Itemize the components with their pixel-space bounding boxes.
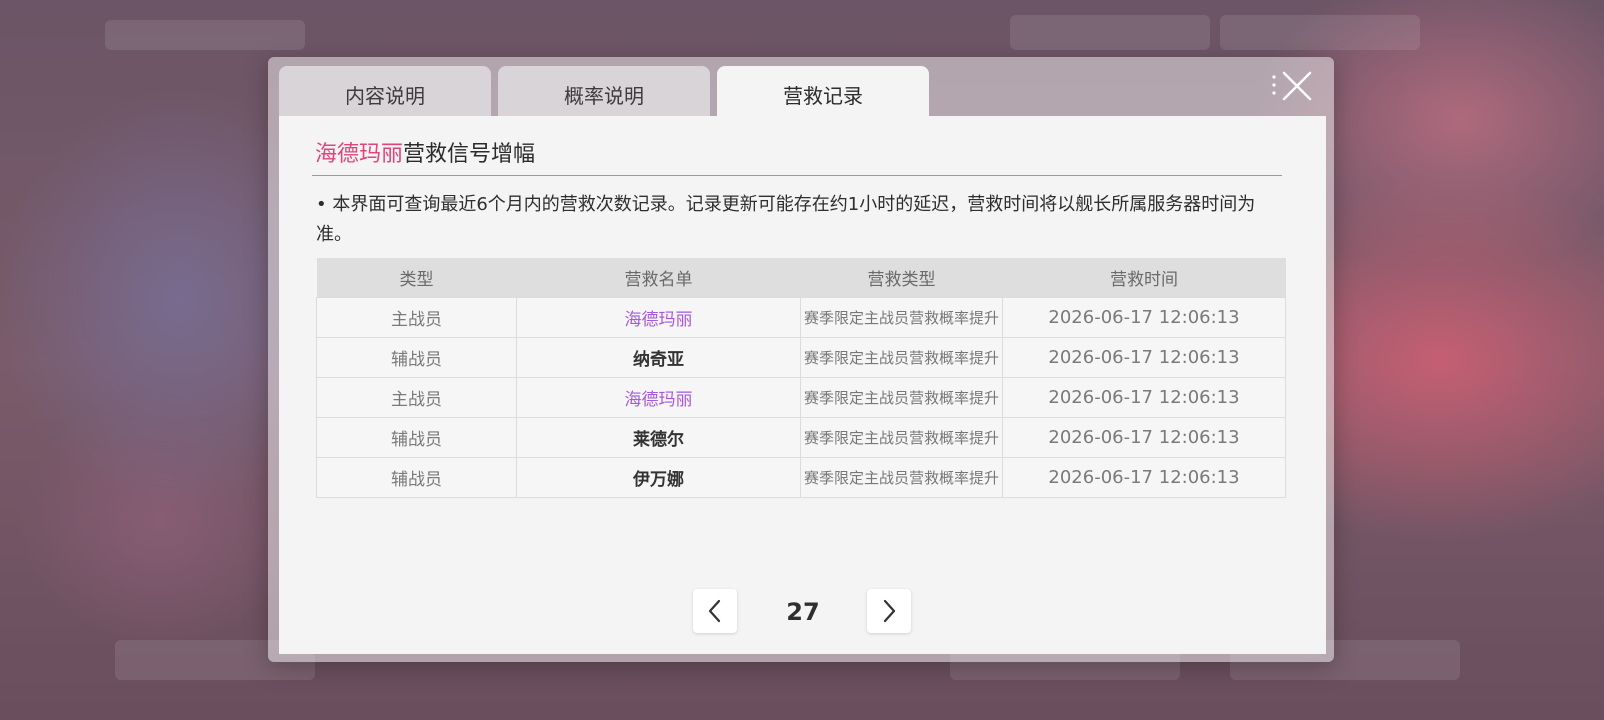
header-time: 营救时间 <box>1002 258 1286 298</box>
cell-time: 2026-06-17 12:06:13 <box>1002 417 1286 458</box>
header-name: 营救名单 <box>516 258 801 298</box>
tab-probability-info[interactable]: 概率说明 <box>498 66 710 122</box>
chevron-right-icon <box>883 599 896 623</box>
header-type: 类型 <box>316 258 517 298</box>
close-button[interactable] <box>1270 69 1314 107</box>
title-highlight: 海德玛丽 <box>315 142 404 167</box>
cell-type: 主战员 <box>316 377 517 418</box>
header-rescue-type: 营救类型 <box>800 258 1003 298</box>
cell-rescue-type: 赛季限定主战员营救概率提升 <box>800 417 1003 458</box>
page-number: 27 <box>786 598 820 626</box>
table-row: 辅战员 纳奇亚 赛季限定主战员营救概率提升 2026-06-17 12:06:13 <box>316 337 1286 378</box>
cell-type: 辅战员 <box>316 457 517 498</box>
rescue-record-table: 类型 营救名单 营救类型 营救时间 主战员 海德玛丽 赛季限定主战员营救概率提升 20… <box>316 258 1286 498</box>
cell-rescue-type: 赛季限定主战员营救概率提升 <box>800 297 1003 338</box>
cell-rescue-type: 赛季限定主战员营救概率提升 <box>800 377 1003 418</box>
notice-text: • 本界面可查询最近6个月内的营救次数记录。记录更新可能存在约1小时的延迟，营救… <box>316 194 1256 245</box>
table-row: 主战员 海德玛丽 赛季限定主战员营救概率提升 2026-06-17 12:06:13 <box>316 377 1286 418</box>
cell-time: 2026-06-17 12:06:13 <box>1002 337 1286 378</box>
table-row: 辅战员 莱德尔 赛季限定主战员营救概率提升 2026-06-17 12:06:13 <box>316 417 1286 458</box>
prev-page-button[interactable] <box>693 589 737 633</box>
cell-name: 莱德尔 <box>516 417 801 458</box>
tab-rescue-record[interactable]: 营救记录 <box>717 66 929 122</box>
table-row: 主战员 海德玛丽 赛季限定主战员营救概率提升 2026-06-17 12:06:13 <box>316 297 1286 338</box>
cell-name: 海德玛丽 <box>516 377 801 418</box>
table-header-row: 类型 营救名单 营救类型 营救时间 <box>316 258 1286 298</box>
cell-name: 伊万娜 <box>516 457 801 498</box>
tab-content-info[interactable]: 内容说明 <box>279 66 491 122</box>
cell-rescue-type: 赛季限定主战员营救概率提升 <box>800 337 1003 378</box>
cell-rescue-type: 赛季限定主战员营救概率提升 <box>800 457 1003 498</box>
table-row: 辅战员 伊万娜 赛季限定主战员营救概率提升 2026-06-17 12:06:13 <box>316 457 1286 498</box>
cell-type: 辅战员 <box>316 417 517 458</box>
cell-time: 2026-06-17 12:06:13 <box>1002 457 1286 498</box>
cell-name: 纳奇亚 <box>516 337 801 378</box>
title-rest: 营救信号增幅 <box>403 142 536 167</box>
next-page-button[interactable] <box>867 589 911 633</box>
cell-time: 2026-06-17 12:06:13 <box>1002 297 1286 338</box>
chevron-left-icon <box>708 599 721 623</box>
cell-name: 海德玛丽 <box>516 297 801 338</box>
cell-type: 主战员 <box>316 297 517 338</box>
close-icon <box>1272 71 1312 101</box>
page-title: 海德玛丽营救信号增幅 <box>315 136 535 168</box>
cell-type: 辅战员 <box>316 337 517 378</box>
title-divider <box>312 175 1282 176</box>
cell-time: 2026-06-17 12:06:13 <box>1002 377 1286 418</box>
